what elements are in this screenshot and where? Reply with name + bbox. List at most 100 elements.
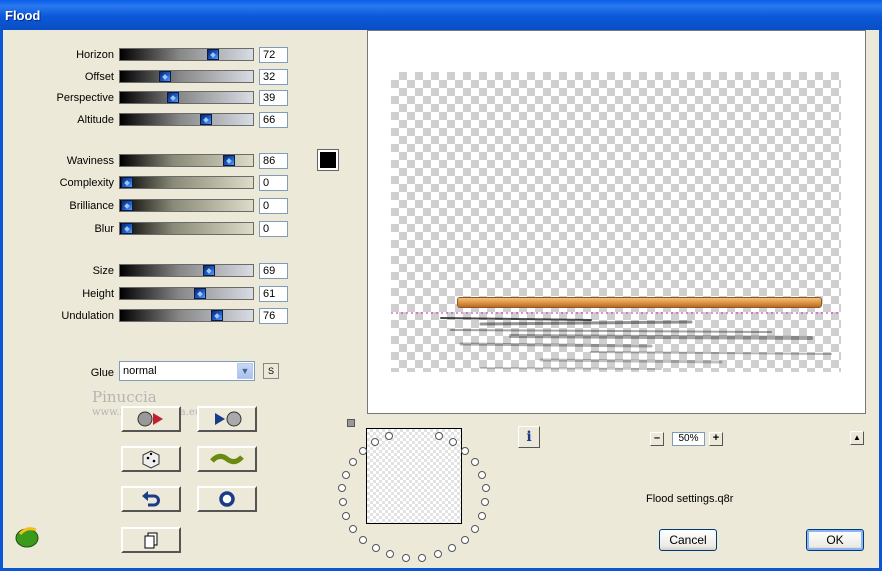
navigator-dot[interactable] xyxy=(477,512,486,521)
brilliance-value-field[interactable]: 0 xyxy=(259,198,288,214)
navigator-dot[interactable] xyxy=(460,535,469,544)
play-preset-icon xyxy=(215,411,242,427)
undulation-slider-thumb[interactable] xyxy=(211,310,224,321)
waviness-slider[interactable] xyxy=(119,154,254,167)
complexity-label: Complexity xyxy=(59,177,114,189)
height-slider-thumb[interactable] xyxy=(193,288,206,299)
dice-icon xyxy=(142,450,160,469)
waviness-label: Waviness xyxy=(66,155,114,167)
zoom-out-button[interactable]: – xyxy=(650,432,664,446)
navigator-dot[interactable] xyxy=(341,470,350,479)
navigator-dot[interactable] xyxy=(348,458,357,467)
color-swatch-fill xyxy=(320,152,336,168)
navigator-dot[interactable] xyxy=(359,535,368,544)
info-button[interactable]: i xyxy=(518,426,540,448)
horizon-slider-thumb[interactable] xyxy=(206,49,219,60)
perspective-slider[interactable] xyxy=(119,91,254,104)
height-row: Height xyxy=(20,286,114,302)
complexity-slider[interactable] xyxy=(119,176,254,189)
altitude-row: Altitude xyxy=(20,112,114,128)
glue-label: Glue xyxy=(90,367,114,379)
waviness-row: Waviness xyxy=(20,153,114,169)
perspective-label: Perspective xyxy=(56,92,114,104)
size-label: Size xyxy=(92,265,114,277)
navigator-thumbnail[interactable] xyxy=(366,428,462,524)
altitude-value-field[interactable]: 66 xyxy=(259,112,288,128)
altitude-slider-thumb[interactable] xyxy=(199,114,212,125)
size-slider[interactable] xyxy=(119,264,254,277)
play-preset-button[interactable] xyxy=(197,406,257,432)
undulation-value-field[interactable]: 76 xyxy=(259,308,288,324)
complexity-row: Complexity xyxy=(20,175,114,191)
complexity-value-field[interactable]: 0 xyxy=(259,175,288,191)
preview-water-reflection xyxy=(391,312,841,370)
navigator-dot[interactable] xyxy=(370,438,379,447)
navigator-dot[interactable] xyxy=(349,524,358,533)
undulation-label: Undulation xyxy=(61,310,114,322)
navigator-dot[interactable] xyxy=(434,431,443,440)
brilliance-slider-thumb[interactable] xyxy=(121,200,133,211)
random-button[interactable] xyxy=(121,446,181,472)
glue-select-value: normal xyxy=(123,365,157,377)
window-title: Flood xyxy=(0,0,882,30)
chevron-down-icon[interactable]: ▼ xyxy=(237,363,253,379)
zoom-in-button[interactable]: + xyxy=(709,432,723,446)
perspective-slider-thumb[interactable] xyxy=(167,92,180,103)
circle-button[interactable] xyxy=(197,486,257,512)
blur-label: Blur xyxy=(94,223,114,235)
watermark-name: Pinuccia xyxy=(92,388,157,406)
navigator-handle[interactable] xyxy=(347,419,355,427)
wave-icon xyxy=(210,453,244,465)
complexity-slider-thumb[interactable] xyxy=(121,177,133,188)
copy-button[interactable] xyxy=(121,527,181,553)
glue-select[interactable]: normal ▼ xyxy=(119,361,255,381)
undo-arrow-icon xyxy=(142,491,160,507)
brilliance-slider[interactable] xyxy=(119,199,254,212)
offset-slider[interactable] xyxy=(119,70,254,83)
blur-slider-thumb[interactable] xyxy=(121,223,133,234)
navigator-dot[interactable] xyxy=(470,524,479,533)
height-label: Height xyxy=(82,288,114,300)
glue-row: Glue xyxy=(40,365,114,381)
navigator-dot[interactable] xyxy=(478,470,487,479)
ok-button[interactable]: OK xyxy=(806,529,864,551)
horizon-slider[interactable] xyxy=(119,48,254,61)
zoom-level: 50% xyxy=(672,432,705,446)
settings-filename: Flood settings.q8r xyxy=(646,493,734,505)
size-slider-thumb[interactable] xyxy=(203,265,216,276)
height-value-field[interactable]: 61 xyxy=(259,286,288,302)
height-slider[interactable] xyxy=(119,287,254,300)
glue-s-button[interactable]: S xyxy=(263,363,279,379)
blur-value-field[interactable]: 0 xyxy=(259,221,288,237)
preset-reset-icon xyxy=(137,411,163,427)
undo-button[interactable] xyxy=(121,486,181,512)
horizon-row: Horizon xyxy=(20,47,114,63)
brilliance-label: Brilliance xyxy=(69,200,114,212)
horizon-label: Horizon xyxy=(76,49,114,61)
offset-value-field[interactable]: 32 xyxy=(259,69,288,85)
blur-row: Blur xyxy=(20,221,114,237)
navigator-dot[interactable] xyxy=(401,553,410,562)
altitude-label: Altitude xyxy=(77,114,114,126)
size-value-field[interactable]: 69 xyxy=(259,263,288,279)
perspective-value-field[interactable]: 39 xyxy=(259,90,288,106)
perspective-row: Perspective xyxy=(20,90,114,106)
size-row: Size xyxy=(20,263,114,279)
brilliance-row: Brilliance xyxy=(20,198,114,214)
collapse-button[interactable]: ▲ xyxy=(850,431,864,445)
color-swatch[interactable] xyxy=(317,149,339,171)
waviness-value-field[interactable]: 86 xyxy=(259,153,288,169)
offset-slider-thumb[interactable] xyxy=(159,71,172,82)
wave-button[interactable] xyxy=(197,446,257,472)
undulation-slider[interactable] xyxy=(119,309,254,322)
navigator-dot[interactable] xyxy=(358,446,367,455)
navigator-dot[interactable] xyxy=(418,553,427,562)
cancel-button[interactable]: Cancel xyxy=(659,529,717,551)
preview-area[interactable] xyxy=(367,30,866,414)
altitude-slider[interactable] xyxy=(119,113,254,126)
blur-slider[interactable] xyxy=(119,222,254,235)
reset-preset-button[interactable] xyxy=(121,406,181,432)
waviness-slider-thumb[interactable] xyxy=(223,155,236,166)
horizon-value-field[interactable]: 72 xyxy=(259,47,288,63)
app-logo-icon xyxy=(15,527,39,548)
